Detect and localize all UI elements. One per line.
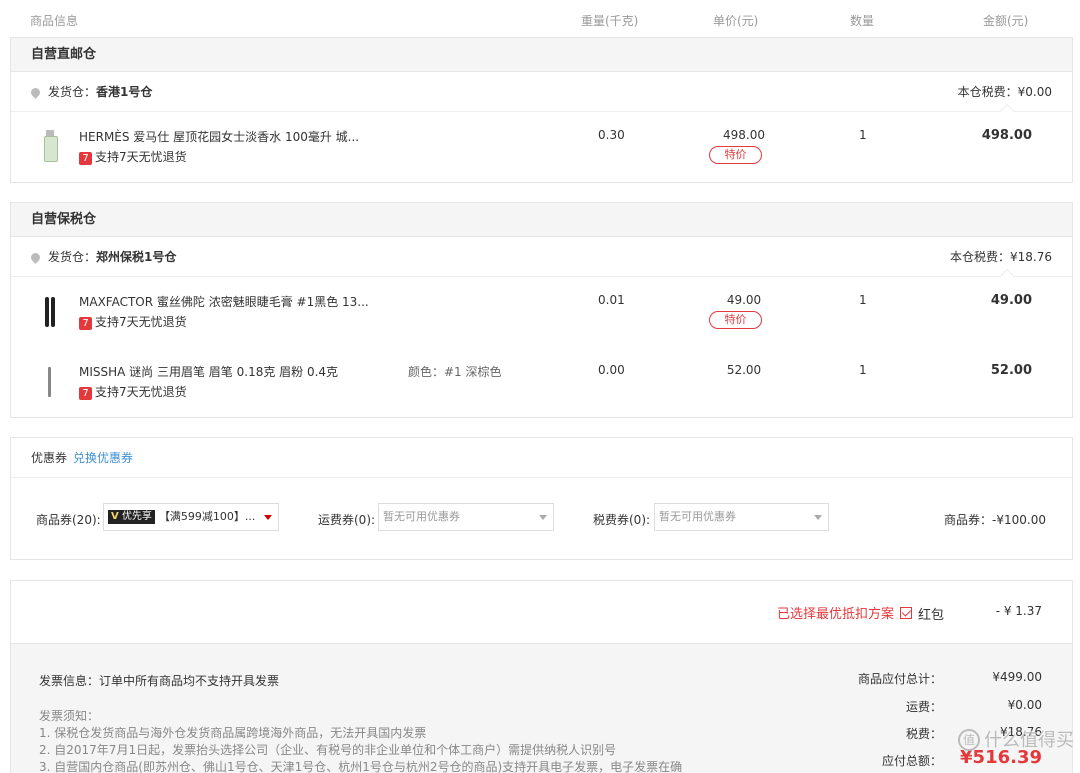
coupon-header: 优惠券 兑换优惠券 (11, 438, 1072, 478)
total-label: 税费： (905, 727, 942, 741)
location-pin-icon (29, 251, 42, 264)
item-price: 52.00 (726, 363, 762, 377)
note-line: 1. 保税仓发货商品与海外仓发货商品属跨境海外商品，无法开具国内发票 (39, 726, 427, 740)
best-plan-checkbox[interactable] (900, 607, 912, 619)
note-line: 2. 自2017年7月1日起，发票抬头选择公司（企业、有税号的非企业单位和个体工… (39, 743, 617, 757)
warehouse-direct: 自营直邮仓 发货仓：香港1号仓 本仓税费：¥0.00 HERMÈS 爱马仕 屋顶… (10, 37, 1073, 183)
shipping-origin: 发货仓：郑州保税1号仓 本仓税费：¥18.76 (11, 237, 1072, 284)
shipping-origin: 发货仓：香港1号仓 本仓税费：¥0.00 (11, 72, 1072, 119)
item-amount: 49.00 (990, 293, 1032, 308)
grand-total-label: 应付总额： (881, 754, 942, 768)
chevron-down-icon (264, 515, 272, 520)
return-policy: 7 支持7天无忧退货 (79, 148, 187, 165)
invoice-label: 发票信息： (39, 674, 100, 688)
item-name[interactable]: MISSHA 谜尚 三用眉笔 眉笔 0.18克 眉粉 0.4克 (79, 363, 379, 380)
seven-day-badge: 7 (79, 317, 92, 330)
shipping-coupon-placeholder: 暂无可用优惠券 (383, 510, 460, 523)
coupon-title: 优惠券 (31, 451, 68, 465)
red-packet-label: 红包 (917, 608, 944, 623)
ship-name: 郑州保税1号仓 (96, 250, 177, 264)
cart-item: MAXFACTOR 蜜丝佛陀 浓密魅眼睫毛膏 #1黑色 13... 7 支持7天无… (11, 277, 1072, 347)
red-packet-value: - ¥ 1.37 (995, 604, 1042, 618)
vip-priority-tag: V 优先享 (108, 510, 155, 524)
redeem-coupon-link[interactable]: 兑换优惠券 (73, 451, 133, 465)
return-policy: 7 支持7天无忧退货 (79, 313, 187, 330)
invoice-text: 订单中所有商品均不支持开具发票 (99, 674, 280, 688)
watermark-text: 什么值得买 (984, 730, 1074, 751)
vip-tag-text: 优先享 (121, 511, 152, 522)
ship-label: 发货仓： (48, 250, 97, 264)
special-price-badge: 特价 (709, 311, 762, 329)
seven-day-badge: 7 (79, 152, 92, 165)
watermark-logo-icon: 值 (958, 729, 980, 751)
return-text: 支持7天无忧退货 (95, 315, 187, 329)
seven-day-badge: 7 (79, 387, 92, 400)
item-qty: 1 (859, 363, 867, 377)
invoice-notes: 发票须知： 1. 保税仓发货商品与海外仓发货商品属跨境海外商品，无法开具国内发票… (39, 708, 682, 773)
item-qty: 1 (859, 293, 867, 307)
ship-label: 发货仓： (48, 85, 97, 99)
ship-name: 香港1号仓 (96, 85, 153, 99)
perfume-bottle-icon[interactable] (41, 130, 59, 164)
item-weight: 0.01 (598, 293, 625, 307)
col-qty: 数量 (850, 14, 875, 28)
item-amount: 52.00 (990, 363, 1032, 378)
item-name[interactable]: MAXFACTOR 蜜丝佛陀 浓密魅眼睫毛膏 #1黑色 13... (79, 293, 379, 310)
note-line: 3. 自营国内仓商品(即苏州仓、佛山1号仓、天津1号仓、杭州1号仓与杭州2号仓的… (39, 760, 683, 773)
invoice-and-totals: 发票信息：订单中所有商品均不支持开具发票 发票须知： 1. 保税仓发货商品与海外… (11, 643, 1072, 773)
vip-mark: V (111, 511, 119, 522)
notes-title: 发票须知： (39, 709, 100, 723)
product-coupon-label: 商品券(20): (36, 513, 101, 527)
chevron-down-icon (814, 515, 822, 520)
order-summary: 已选择最优抵扣方案 红包 - ¥ 1.37 发票信息：订单中所有商品均不支持开具… (10, 580, 1073, 773)
col-amount: 金额(元) (983, 14, 1029, 28)
item-weight: 0.00 (598, 363, 625, 377)
eyebrow-pencil-icon[interactable] (41, 365, 59, 399)
col-product: 商品信息 (30, 14, 79, 28)
warehouse-bonded: 自营保税仓 发货仓：郑州保税1号仓 本仓税费：¥18.76 MAXFACTOR … (10, 202, 1073, 418)
return-text: 支持7天无忧退货 (95, 385, 187, 399)
item-weight: 0.30 (598, 128, 625, 142)
warehouse-title: 自营直邮仓 (11, 38, 1072, 72)
return-policy: 7 支持7天无忧退货 (79, 383, 187, 400)
total-value: ¥499.00 (992, 670, 1042, 684)
col-price: 单价(元) (713, 14, 759, 28)
product-coupon-discount: 商品券：-¥100.00 (944, 513, 1046, 527)
location-pin-icon (29, 86, 42, 99)
product-coupon-value: 【满599减100】... (158, 510, 256, 523)
best-plan-text: 已选择最优抵扣方案 (777, 603, 912, 622)
item-price: 49.00 (726, 293, 762, 307)
watermark: 值什么值得买 (958, 726, 1074, 752)
item-amount: 498.00 (981, 128, 1032, 143)
col-weight: 重量(千克) (581, 14, 639, 28)
tax-coupon-label: 税费券(0): (593, 513, 651, 527)
return-text: 支持7天无忧退货 (95, 150, 187, 164)
product-coupon-select[interactable]: V 优先享 【满599减100】... (103, 503, 279, 531)
cart-column-header: 商品信息 重量(千克) 单价(元) 数量 金额(元) (0, 0, 1080, 37)
warehouse-title: 自营保税仓 (11, 203, 1072, 237)
cart-item: MISSHA 谜尚 三用眉笔 眉笔 0.18克 眉粉 0.4克 7 支持7天无忧退… (11, 347, 1072, 417)
item-price: 498.00 (723, 128, 765, 142)
total-label: 运费： (905, 700, 942, 714)
warehouse-tax: 本仓税费：¥18.76 (950, 250, 1052, 264)
item-name[interactable]: HERMÈS 爱马仕 屋顶花园女士淡香水 100毫升 城... (79, 128, 379, 145)
special-price-badge: 特价 (709, 146, 762, 164)
tax-coupon-placeholder: 暂无可用优惠券 (659, 510, 736, 523)
chevron-down-icon (539, 515, 547, 520)
coupon-panel: 优惠券 兑换优惠券 商品券(20): V 优先享 【满599减100】... 运费券… (10, 437, 1073, 560)
best-plan-label: 已选择最优抵扣方案 (776, 607, 894, 622)
coupon-row: 商品券(20): V 优先享 【满599减100】... 运费券(0): 暂无可用… (11, 478, 1072, 560)
invoice-info: 发票信息：订单中所有商品均不支持开具发票 (39, 672, 279, 689)
item-qty: 1 (859, 128, 867, 142)
total-label: 商品应付总计： (857, 672, 942, 686)
mascara-icon[interactable] (41, 295, 59, 329)
item-attribute: 颜色：#1 深棕色 (408, 365, 502, 379)
tax-coupon-select[interactable]: 暂无可用优惠券 (654, 503, 829, 531)
shipping-coupon-select[interactable]: 暂无可用优惠券 (378, 503, 554, 531)
shipping-coupon-label: 运费券(0): (318, 513, 376, 527)
total-value: ¥0.00 (1007, 698, 1042, 712)
cart-item: HERMÈS 爱马仕 屋顶花园女士淡香水 100毫升 城... 7 支持7天无忧退… (11, 112, 1072, 182)
